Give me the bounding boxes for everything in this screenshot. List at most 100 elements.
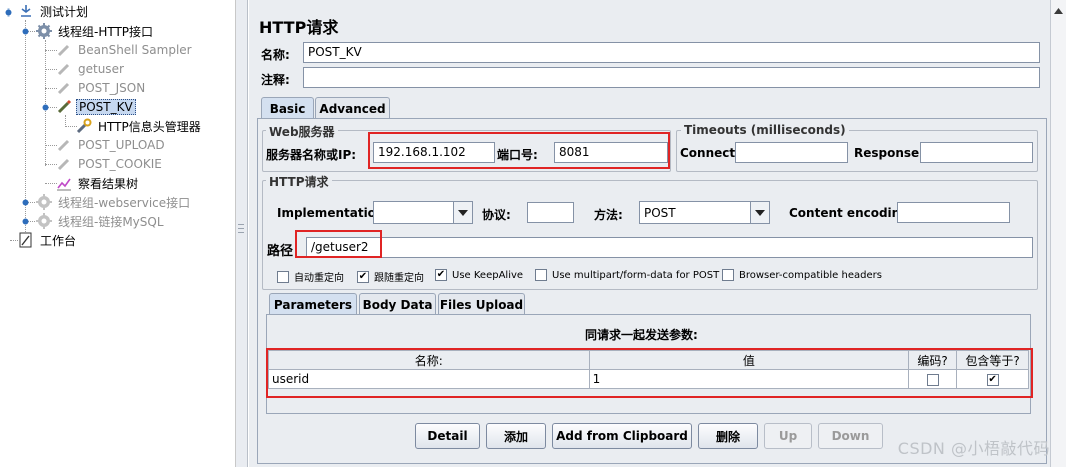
tree-node-label: 线程组-HTTP接口	[58, 24, 154, 39]
content-encoding-field[interactable]	[897, 202, 1010, 223]
server-label: 服务器名称或IP:	[266, 148, 357, 162]
table-row[interactable]: userid 1 ✔	[268, 369, 1029, 389]
tree-node-label: BeanShell Sampler	[78, 43, 192, 57]
column-header-name[interactable]: 名称:	[268, 350, 590, 370]
column-header-value[interactable]: 值	[588, 350, 910, 370]
add-button[interactable]: 添加	[486, 423, 546, 449]
tab-body-data[interactable]: Body Data	[359, 293, 436, 315]
workbench-icon	[18, 232, 34, 248]
implementation-select[interactable]	[373, 201, 473, 224]
sampler-pencil-icon	[56, 99, 72, 115]
tree-node-post-json[interactable]: POST_JSON	[56, 79, 147, 97]
result-tree-chart-icon	[56, 175, 72, 191]
name-label: 名称:	[261, 48, 290, 62]
pane-splitter[interactable]	[236, 0, 248, 467]
auto-redirect-checkbox[interactable]: 自动重定向	[277, 269, 344, 284]
detail-button[interactable]: Detail	[415, 423, 480, 449]
collapsed-handle-icon[interactable]	[21, 217, 30, 226]
tree-node-thread-group-mysql[interactable]: 线程组-链接MySQL	[36, 212, 166, 230]
tree-node-label: POST_KV	[76, 99, 136, 115]
sampler-pencil-icon	[56, 42, 72, 58]
method-label: 方法:	[594, 208, 623, 222]
sampler-pencil-icon	[56, 61, 72, 77]
tree-node-label: POST_JSON	[78, 81, 146, 95]
method-value: POST	[644, 206, 676, 220]
tab-advanced[interactable]: Advanced	[315, 97, 390, 119]
down-button[interactable]: Down	[818, 423, 883, 449]
comment-field[interactable]	[303, 67, 1040, 88]
tree-node-test-plan[interactable]: 测试计划	[18, 2, 90, 20]
scroll-up-icon[interactable]	[1053, 6, 1064, 16]
tab-basic[interactable]: Basic	[261, 97, 314, 119]
checkbox-label: Use KeepAlive	[452, 269, 524, 281]
expanded-handle-icon[interactable]	[41, 103, 50, 112]
tab-files-upload[interactable]: Files Upload	[438, 293, 525, 315]
path-field[interactable]: /getuser2	[306, 237, 1033, 258]
param-name-cell[interactable]: userid	[268, 369, 590, 389]
parameters-table[interactable]: 名称: 值 编码? 包含等于? userid 1 ✔	[268, 350, 1029, 389]
checkbox-box[interactable]	[277, 270, 289, 283]
dropdown-arrow-icon[interactable]	[453, 202, 472, 223]
response-timeout-field[interactable]	[920, 142, 1033, 163]
name-field[interactable]: POST_KV	[303, 42, 1040, 63]
response-label: Response:	[854, 146, 924, 160]
port-field[interactable]: 8081	[554, 142, 668, 163]
param-value-cell[interactable]: 1	[588, 369, 910, 389]
connect-label: Connect:	[680, 146, 740, 160]
tree-node-label: 线程组-链接MySQL	[58, 214, 164, 229]
delete-button[interactable]: 删除	[698, 423, 758, 449]
tree-node-thread-group-ws[interactable]: 线程组-webservice接口	[36, 193, 192, 211]
tree-node-thread-group-http[interactable]: 线程组-HTTP接口	[36, 22, 155, 40]
vertical-scrollbar[interactable]	[1050, 0, 1066, 467]
port-label: 端口号:	[497, 148, 538, 162]
test-plan-tree[interactable]: 测试计划 线程组-HTTP接口 BeanShell Sampler getuse…	[0, 0, 236, 467]
collapsed-handle-icon[interactable]	[21, 198, 30, 207]
encode-checkbox[interactable]	[926, 373, 939, 386]
tree-node-post-cookie[interactable]: POST_COOKIE	[56, 155, 164, 173]
keepalive-checkbox[interactable]: ✔ Use KeepAlive	[435, 269, 523, 281]
checkmark-icon[interactable]: ✔	[986, 373, 999, 386]
tree-node-workbench[interactable]: 工作台	[18, 231, 78, 249]
checkbox-label: Use multipart/form-data for POST	[552, 269, 720, 281]
server-field[interactable]: 192.168.1.102	[373, 142, 495, 163]
column-header-include-equals[interactable]: 包含等于?	[956, 350, 1029, 370]
parameters-caption: 同请求一起发送参数:	[585, 328, 698, 342]
checkbox-label: Browser-compatible headers	[739, 269, 882, 281]
tree-node-label: getuser	[78, 62, 124, 76]
tree-node-view-results[interactable]: 察看结果树	[56, 174, 140, 192]
checkmark-icon[interactable]: ✔	[357, 270, 369, 283]
tree-node-header-manager[interactable]: HTTP信息头管理器	[76, 117, 203, 135]
tree-node-getuser[interactable]: getuser	[56, 60, 126, 78]
checkbox-box[interactable]	[722, 269, 734, 281]
method-select[interactable]: POST	[639, 201, 770, 224]
connect-timeout-field[interactable]	[735, 142, 848, 163]
param-include-equals-cell[interactable]: ✔	[956, 369, 1029, 389]
checkbox-label: 自动重定向	[294, 273, 344, 284]
follow-redirect-checkbox[interactable]: ✔ 跟随重定向	[357, 269, 424, 284]
tree-node-label: HTTP信息头管理器	[98, 119, 201, 134]
checkbox-box[interactable]	[535, 269, 547, 281]
expanded-handle-icon[interactable]	[21, 27, 30, 36]
protocol-field[interactable]	[527, 202, 574, 223]
tree-node-label: POST_UPLOAD	[78, 138, 165, 152]
multipart-checkbox[interactable]: Use multipart/form-data for POST	[535, 269, 719, 281]
watermark: CSDN @小梧敲代码	[897, 439, 1050, 458]
tree-node-post-upload[interactable]: POST_UPLOAD	[56, 136, 167, 154]
param-encode-cell[interactable]	[908, 369, 958, 389]
tab-parameters[interactable]: Parameters	[269, 293, 357, 315]
dropdown-arrow-icon[interactable]	[750, 202, 769, 223]
add-from-clipboard-button[interactable]: Add from Clipboard	[552, 423, 692, 449]
comment-label: 注释:	[261, 73, 290, 87]
tree-node-post-kv[interactable]: POST_KV	[56, 98, 136, 116]
sampler-pencil-icon	[56, 137, 72, 153]
column-header-encode[interactable]: 编码?	[908, 350, 958, 370]
sampler-pencil-icon	[56, 156, 72, 172]
thread-group-gear-icon	[36, 23, 52, 39]
tree-node-beanshell[interactable]: BeanShell Sampler	[56, 41, 194, 59]
browser-headers-checkbox[interactable]: Browser-compatible headers	[722, 269, 882, 281]
http-request-panel: HTTP请求 名称: POST_KV 注释: Basic Advanced We…	[249, 0, 1050, 467]
tree-node-label: 工作台	[40, 233, 77, 248]
up-button[interactable]: Up	[764, 423, 812, 449]
expanded-handle-icon[interactable]	[4, 8, 13, 17]
checkmark-icon[interactable]: ✔	[435, 269, 447, 281]
